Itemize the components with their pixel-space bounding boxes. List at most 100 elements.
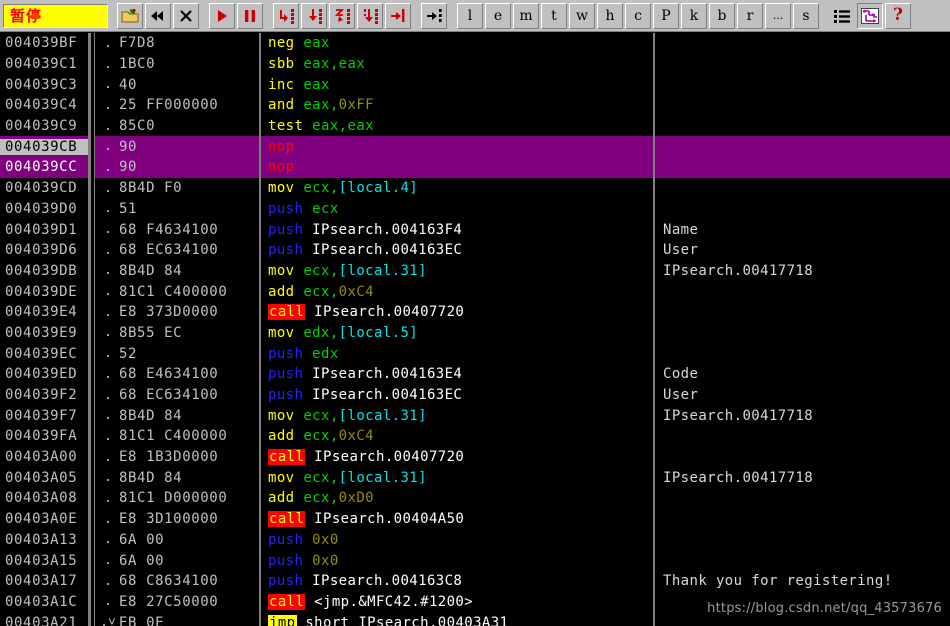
disasm-token-sym: IPsearch.004163C8: [312, 573, 463, 590]
help-button[interactable]: ?: [885, 2, 911, 29]
disassembly-row[interactable]: 004039C1. 1BC0 sbb eax,eax: [0, 53, 950, 75]
row-address: 004039C4: [5, 97, 78, 114]
disassembly-row[interactable]: 00403A00. E8 1B3D0000 call IPsearch.004077…: [0, 446, 950, 468]
disassembly-row[interactable]: 004039EC. 52 push edx: [0, 343, 950, 364]
row-disassembly: mov ecx,[local.31]: [268, 470, 653, 486]
disassembly-row[interactable]: 004039BF. F7D8 neg eax: [0, 33, 950, 54]
toolbar-letter-button-k[interactable]: k: [681, 2, 707, 29]
disassembly-row[interactable]: 004039F2. 68 EC634100 push IPsearch.004163…: [0, 384, 950, 406]
disassembly-row[interactable]: 004039E9. 8B55 EC mov edx,[local.5]: [0, 322, 950, 344]
row-hex-dump: 68 EC634100: [119, 242, 219, 259]
row-flag-marker: .: [104, 387, 112, 403]
disasm-token-reg: eax: [303, 76, 330, 93]
toolbar-letter-button-more[interactable]: ...: [765, 2, 791, 29]
disasm-token-space: [305, 449, 314, 465]
toolbar-letter-button-w[interactable]: w: [569, 2, 595, 29]
row-flag-marker: .: [104, 573, 112, 589]
disassembly-row[interactable]: 004039D0. 51 push ecx: [0, 198, 950, 220]
column-divider-disassembly: [653, 301, 655, 323]
column-divider-address: [88, 281, 91, 302]
row-flag-marker: .: [104, 284, 112, 300]
disassembly-row[interactable]: 004039DE. 81C1 C400000 add ecx,0xC4: [0, 281, 950, 302]
execute-till-return-icon[interactable]: [385, 2, 411, 29]
column-divider-address: [88, 343, 91, 364]
disasm-token-mn-nop: nop: [268, 159, 295, 176]
disassembly-row[interactable]: 00403A17. 68 C8634100 push IPsearch.004163…: [0, 570, 950, 592]
disassembly-row[interactable]: 004039C3. 40 inc eax: [0, 74, 950, 96]
disassembly-row[interactable]: 004039E4. E8 373D0000 call IPsearch.004077…: [0, 301, 950, 323]
row-disassembly: mov ecx,[local.31]: [268, 408, 653, 424]
column-divider-address: [88, 260, 91, 282]
step-into-icon[interactable]: [273, 2, 299, 29]
disasm-token-mn: neg: [268, 35, 295, 52]
toolbar-tail-group: ?: [828, 2, 912, 29]
step-over-icon[interactable]: [301, 2, 327, 29]
disassembly-row[interactable]: 004039D1. 68 F4634100 push IPsearch.004163…: [0, 219, 950, 240]
disassembly-row[interactable]: 004039C4. 25 FF000000 and eax,0xFF: [0, 95, 950, 116]
disasm-token-mn-push: push: [268, 345, 304, 362]
toolbar-letter-button-r[interactable]: r: [737, 2, 763, 29]
open-file-icon[interactable]: [117, 2, 143, 29]
toolbar-letter-label: e: [493, 7, 503, 24]
trace-over-icon[interactable]: [357, 2, 383, 29]
column-divider-hex: [259, 53, 261, 75]
disassembly-row[interactable]: 004039CC. 90 nop: [0, 157, 950, 178]
disasm-token-space: [303, 118, 312, 134]
disassembly-row[interactable]: 00403A05. 8B4D 84 mov ecx,[local.31] IPsear…: [0, 467, 950, 489]
toolbar-letter-label: P: [661, 7, 671, 24]
row-address: 004039E9: [5, 324, 78, 341]
row-disassembly: push IPsearch.004163F4: [268, 222, 653, 238]
disassembly-listing[interactable]: 004039BF. F7D8 neg eax 004039C1. 1BC0 sbb eax…: [0, 33, 950, 626]
disassembly-row[interactable]: 00403A08. 81C1 D000000 add ecx,0xD0: [0, 488, 950, 509]
row-disassembly: call IPsearch.00407720: [268, 304, 653, 321]
toolbar-letter-button-P[interactable]: P: [653, 2, 679, 29]
row-disassembly: add ecx,0xC4: [268, 428, 653, 444]
run-icon[interactable]: [209, 2, 235, 29]
toolbar-letter-button-s[interactable]: s: [793, 2, 819, 29]
column-divider-hex: [259, 467, 261, 489]
row-hex-dump: 68 EC634100: [119, 387, 219, 404]
row-hex-dump: 51: [119, 200, 138, 217]
toolbar-letter-button-b[interactable]: b: [709, 2, 735, 29]
row-address: 00403A17: [5, 573, 78, 590]
disassembly-row[interactable]: 004039D6. 68 EC634100 push IPsearch.004163…: [0, 239, 950, 261]
toolbar-letter-button-e[interactable]: e: [485, 2, 511, 29]
column-divider-disassembly: [653, 33, 655, 54]
row-disassembly: inc eax: [268, 77, 653, 93]
disasm-token-mn-push: push: [268, 573, 304, 590]
status-badge: 暂停: [3, 3, 108, 28]
disassembly-row[interactable]: 00403A13. 6A 00 push 0x0: [0, 529, 950, 551]
toolbar-letter-button-m[interactable]: m: [513, 2, 539, 29]
disassembly-row[interactable]: 004039FA. 81C1 C400000 add ecx,0xC4: [0, 426, 950, 447]
toolbar-letter-button-c[interactable]: c: [625, 2, 651, 29]
disassembly-row[interactable]: 004039CB. 90 nop: [0, 136, 950, 158]
disassembly-row[interactable]: 004039DB. 8B4D 84 mov ecx,[local.31] IPsear…: [0, 260, 950, 282]
disasm-token-loc: [local.4]: [338, 180, 419, 197]
restart-icon[interactable]: [145, 2, 171, 29]
toolbar-letter-group: l e m t w h c Pk b r... s: [448, 0, 820, 32]
disasm-token-space: [303, 366, 312, 382]
row-disassembly: mov ecx,[local.31]: [268, 263, 653, 279]
trace-into-icon[interactable]: [329, 2, 355, 29]
row-hex-dump: 85C0: [119, 118, 156, 135]
disassembly-row[interactable]: 004039CD. 8B4D F0 mov ecx,[local.4]: [0, 177, 950, 199]
column-divider-disassembly: [653, 467, 655, 489]
pause-icon[interactable]: [237, 2, 263, 29]
disasm-token-space: [305, 511, 314, 527]
options-list-icon[interactable]: [829, 2, 855, 29]
close-program-icon[interactable]: [173, 2, 199, 29]
column-divider-hex: [259, 33, 261, 54]
toolbar-letter-button-h[interactable]: h: [597, 2, 623, 29]
toolbar-letter-label: c: [634, 7, 642, 24]
toolbar-letter-button-t[interactable]: t: [541, 2, 567, 29]
disassembly-row[interactable]: 00403A0E. E8 3D100000 call IPsearch.00404A…: [0, 508, 950, 530]
disassembly-row[interactable]: 004039F7. 8B4D 84 mov ecx,[local.31] IPsear…: [0, 405, 950, 427]
disassembly-row[interactable]: 004039C9. 85C0 test eax,eax: [0, 115, 950, 137]
disassembly-row[interactable]: 004039ED. 68 E4634100 push IPsearch.004163…: [0, 364, 950, 385]
toolbar-letter-button-l[interactable]: l: [457, 2, 483, 29]
disasm-token-loc: [local.5]: [338, 324, 419, 341]
disassembly-row[interactable]: 00403A15. 6A 00 push 0x0: [0, 550, 950, 571]
column-divider-disassembly: [653, 239, 655, 261]
run-trace-window-icon[interactable]: [857, 2, 883, 29]
execute-till-cursor-icon[interactable]: [421, 2, 447, 29]
